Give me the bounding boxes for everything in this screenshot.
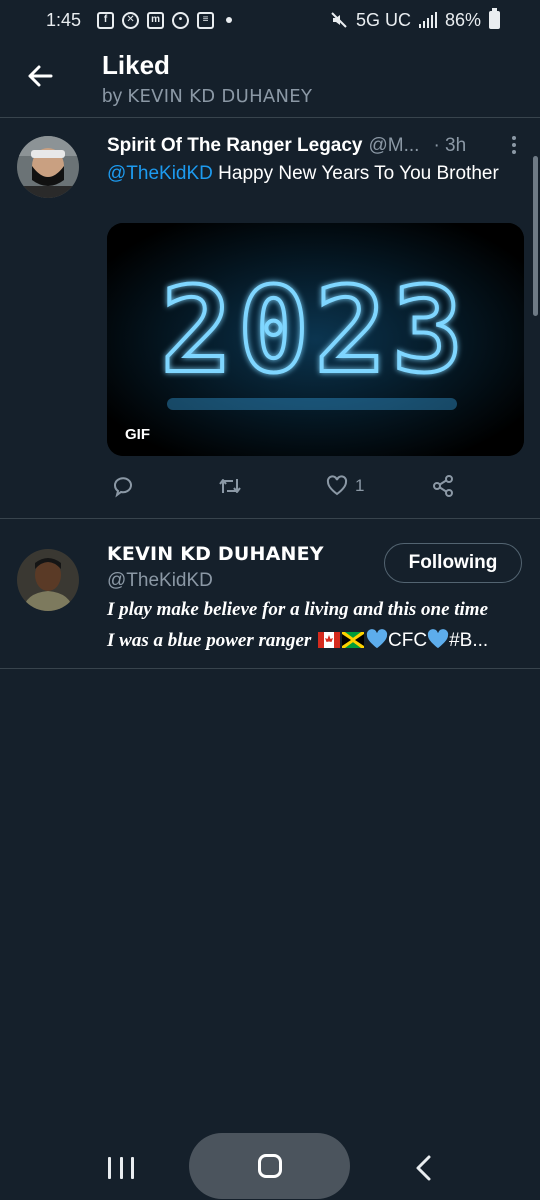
app-icon: ✕ <box>122 11 140 29</box>
chevron-left-icon <box>416 1155 431 1181</box>
more-notifications-icon <box>226 17 233 23</box>
tweet-body: Happy New Years To You Brother <box>218 163 499 184</box>
page-subtitle: by KEVIN KD DUHANEY <box>102 86 312 108</box>
news-icon: ≡ <box>197 11 215 29</box>
gif-image: 2023 <box>107 223 524 456</box>
tweet-timestamp: · 3h <box>433 135 467 156</box>
recent-apps-button[interactable] <box>108 1157 134 1181</box>
tweet[interactable]: Spirit Of The Ranger Legacy @M... · 3h @… <box>0 119 540 519</box>
retweet-icon <box>219 479 241 493</box>
reply-icon <box>114 477 132 498</box>
app-icon: m <box>147 11 165 29</box>
gif-badge: GIF <box>125 426 150 443</box>
status-bar: 1:45 f ✕ m • ≡ 5G UC 86% <box>0 0 540 40</box>
network-label: 5G UC <box>355 9 411 30</box>
battery-icon <box>489 8 500 29</box>
gif-media[interactable]: 2023 GIF <box>107 223 524 456</box>
following-button[interactable]: Following <box>384 543 522 583</box>
avatar[interactable] <box>17 136 79 198</box>
user-cell[interactable]: KEVIN KD DUHANEY @TheKidKD Following I p… <box>0 520 540 669</box>
retweet-button[interactable] <box>217 471 249 501</box>
system-nav-bar <box>0 1126 540 1200</box>
home-icon <box>257 1154 282 1178</box>
home-button[interactable] <box>189 1133 350 1199</box>
page-title: Liked <box>102 50 170 80</box>
more-options-button[interactable] <box>502 133 526 157</box>
more-vertical-icon <box>512 136 516 140</box>
tweet-text: @TheKidKD Happy New Years To You Brother <box>107 159 507 188</box>
tweet-header: Spirit Of The Ranger Legacy @M... · 3h <box>107 132 527 160</box>
bio-line-2-end: #B... <box>449 630 489 651</box>
reply-button[interactable] <box>111 471 141 501</box>
bio-line-2-text: I was a blue power ranger <box>107 630 312 651</box>
avatar-image <box>17 549 79 611</box>
subtitle-prefix: by <box>102 86 123 107</box>
user-handle[interactable]: @TheKidKD <box>107 570 213 592</box>
header: Liked by KEVIN KD DUHANEY <box>0 40 540 118</box>
status-right: 5G UC 86% <box>330 8 500 31</box>
mute-icon <box>331 12 347 28</box>
jamaica-flag-icon <box>341 630 366 650</box>
status-time: 1:45 <box>46 9 82 30</box>
avatar-image <box>17 136 79 198</box>
blue-heart-icon <box>427 629 449 649</box>
bio-line-2-tail: CFC <box>388 630 428 651</box>
battery-label: 86% <box>444 9 481 30</box>
gif-text: 2023 <box>161 261 469 399</box>
avatar[interactable] <box>17 549 79 611</box>
tweet-author-name[interactable]: Spirit Of The Ranger Legacy <box>107 135 363 157</box>
user-name[interactable]: KEVIN KD DUHANEY <box>107 543 324 565</box>
recent-apps-icon <box>108 1157 111 1179</box>
arrow-left-icon <box>28 65 53 87</box>
tweet-author-handle[interactable]: @M... <box>369 135 420 157</box>
system-back-button[interactable] <box>412 1154 436 1182</box>
blue-heart-icon <box>366 629 388 649</box>
signal-icon <box>418 12 437 28</box>
back-button[interactable] <box>22 58 58 94</box>
tweet-actions: 1 <box>107 471 467 501</box>
share-button[interactable] <box>431 471 455 501</box>
like-button[interactable]: 1 <box>325 471 364 501</box>
bio-line-2: I was a blue power ranger CFC #B... <box>107 625 527 656</box>
tweet-mention-link[interactable]: @TheKidKD <box>107 163 213 184</box>
like-count: 1 <box>355 476 365 495</box>
facebook-icon: f <box>97 11 115 29</box>
subtitle-user-name: KEVIN KD DUHANEY <box>127 86 313 107</box>
scrollbar[interactable] <box>533 156 538 316</box>
cloud-icon: • <box>172 11 190 29</box>
bio-line-1: I play make believe for a living and thi… <box>107 599 489 620</box>
share-icon <box>433 475 453 497</box>
canada-flag-icon <box>318 632 341 648</box>
user-bio: I play make believe for a living and thi… <box>107 594 527 656</box>
status-left: 1:45 f ✕ m • ≡ <box>46 9 233 31</box>
heart-icon <box>326 475 348 496</box>
